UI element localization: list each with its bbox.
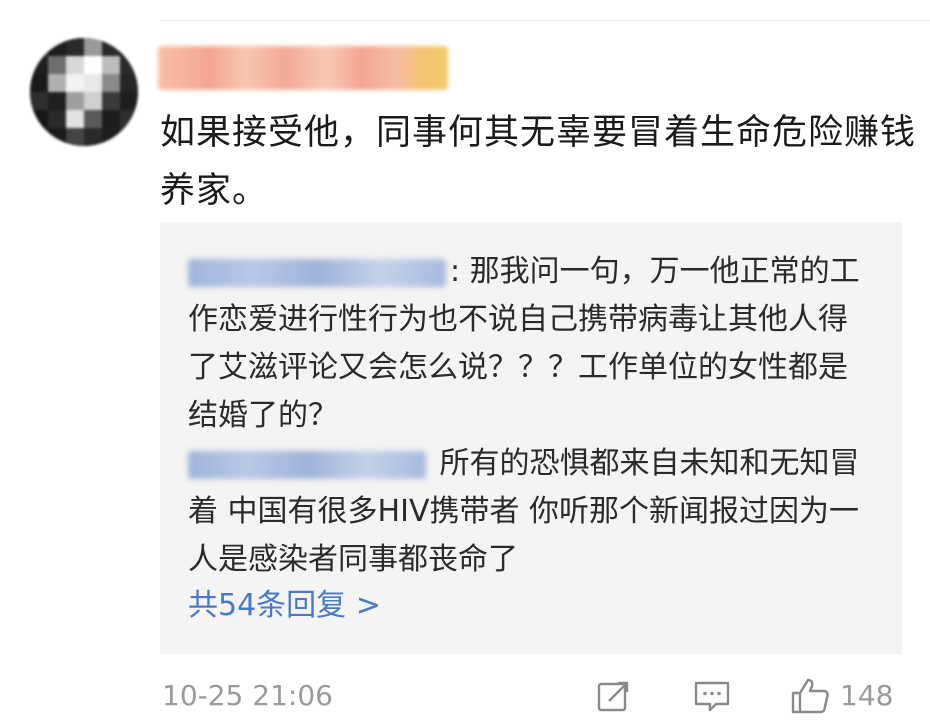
avatar-pixel: [48, 38, 66, 56]
avatar-pixel: [48, 56, 66, 74]
avatar-pixel: [30, 38, 48, 56]
comment-screen: 如果接受他，同事何其无辜要冒着生命危险赚钱养家。 : 那我问一句，万一他正常的工…: [0, 0, 930, 720]
like-count: 148: [840, 679, 894, 712]
share-button[interactable]: [596, 678, 632, 714]
reply-author-blurred[interactable]: [188, 450, 426, 479]
thumbs-up-icon: [790, 677, 830, 715]
avatar[interactable]: [30, 38, 138, 146]
avatar-pixel: [120, 74, 138, 92]
avatar-pixel: [120, 56, 138, 74]
avatar-pixel: [48, 74, 66, 92]
reply-author-blurred[interactable]: [188, 258, 446, 287]
avatar-pixel: [102, 38, 120, 56]
avatar-pixel: [66, 74, 84, 92]
avatar-pixel: [120, 38, 138, 56]
reply-box: : 那我问一句，万一他正常的工作恋爱进行性行为也不说自己携带病毒让其他人得了艾滋…: [160, 222, 902, 654]
like-button[interactable]: 148: [790, 678, 893, 714]
avatar-pixel: [48, 128, 66, 146]
avatar-pixel: [66, 128, 84, 146]
avatar-pixel: [84, 128, 102, 146]
avatar-pixel: [102, 56, 120, 74]
username-blurred[interactable]: [158, 46, 448, 90]
avatar-pixel: [102, 128, 120, 146]
comment-icon: [692, 678, 732, 714]
avatar-pixel: [120, 92, 138, 110]
reply-item[interactable]: : 那我问一句，万一他正常的工作恋爱进行性行为也不说自己携带病毒让其他人得了艾滋…: [188, 248, 868, 440]
avatar-pixel: [66, 38, 84, 56]
avatar-pixel: [30, 74, 48, 92]
avatar-pixel: [48, 92, 66, 110]
share-icon: [596, 678, 632, 714]
avatar-pixel: [84, 56, 102, 74]
more-replies-link[interactable]: 共54条回复 >: [188, 586, 381, 626]
avatar-pixel: [84, 92, 102, 110]
avatar-pixel: [30, 110, 48, 128]
avatar-pixel: [84, 38, 102, 56]
avatar-pixel: [66, 56, 84, 74]
avatar-pixel: [30, 128, 48, 146]
avatar-pixel: [102, 110, 120, 128]
avatar-pixel: [30, 92, 48, 110]
avatar-pixel: [102, 74, 120, 92]
avatar-pixel: [84, 110, 102, 128]
avatar-pixel: [66, 110, 84, 128]
avatar-pixel: [120, 110, 138, 128]
avatar-pixel: [30, 56, 48, 74]
avatar-pixel: [102, 92, 120, 110]
divider: [160, 20, 930, 21]
timestamp: 10-25 21:06: [162, 679, 333, 712]
reply-item[interactable]: 所有的恐惧都来自未知和无知冒着 中国有很多HIV携带者 你听那个新闻报过因为一人…: [188, 440, 868, 584]
avatar-pixel: [120, 128, 138, 146]
avatar-pixel: [48, 110, 66, 128]
comment-button[interactable]: [692, 678, 732, 714]
avatar-pixel: [66, 92, 84, 110]
comment-body: 如果接受他，同事何其无辜要冒着生命危险赚钱养家。: [160, 113, 917, 211]
avatar-pixel: [84, 74, 102, 92]
